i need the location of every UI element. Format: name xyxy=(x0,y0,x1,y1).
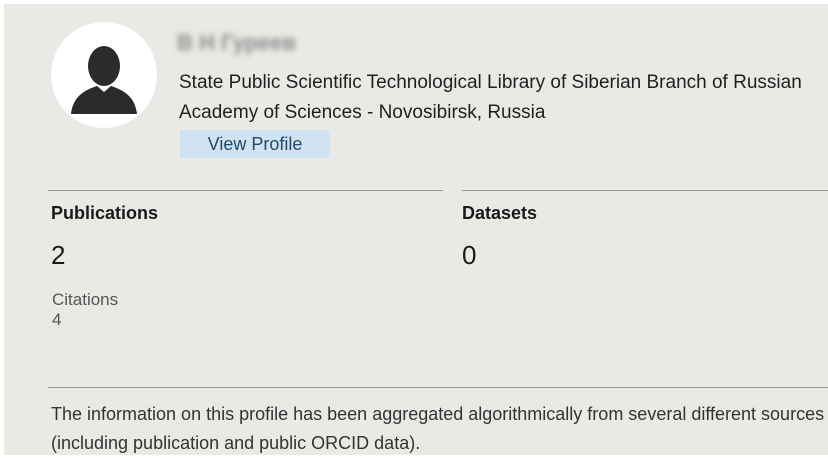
divider xyxy=(48,387,828,388)
profile-card: В Н Гуреев State Public Scientific Techn… xyxy=(4,4,828,455)
divider xyxy=(462,190,828,191)
profile-affiliation: State Public Scientific Technological Li… xyxy=(179,72,802,123)
citations-label: Citations xyxy=(52,290,119,309)
citations-count: 4 xyxy=(52,310,62,329)
divider xyxy=(48,190,443,191)
datasets-label: Datasets xyxy=(462,203,538,223)
profile-name: В Н Гуреев xyxy=(177,30,297,55)
publications-count: 2 xyxy=(51,240,66,270)
publications-label: Publications xyxy=(51,203,159,223)
view-profile-button[interactable]: View Profile xyxy=(180,130,330,158)
avatar xyxy=(51,22,157,128)
user-silhouette-icon xyxy=(71,46,137,114)
datasets-count: 0 xyxy=(462,240,477,270)
aggregation-info-text: The information on this profile has been… xyxy=(51,404,825,453)
